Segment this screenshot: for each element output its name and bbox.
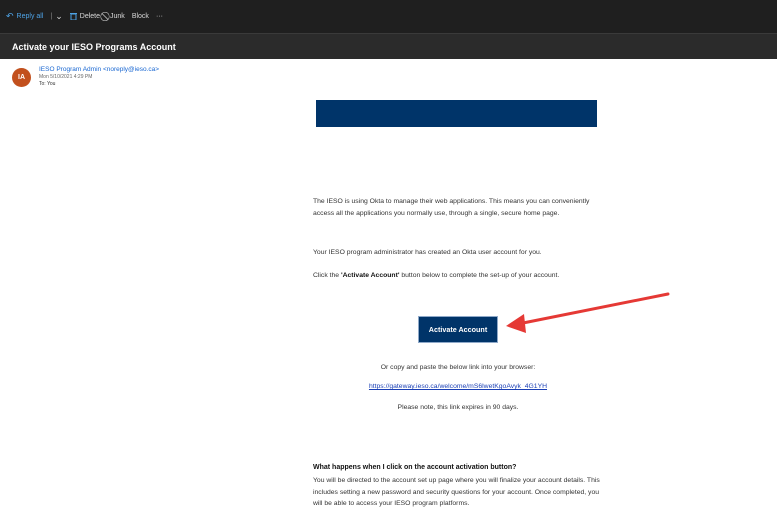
annotation-arrow (506, 292, 670, 333)
